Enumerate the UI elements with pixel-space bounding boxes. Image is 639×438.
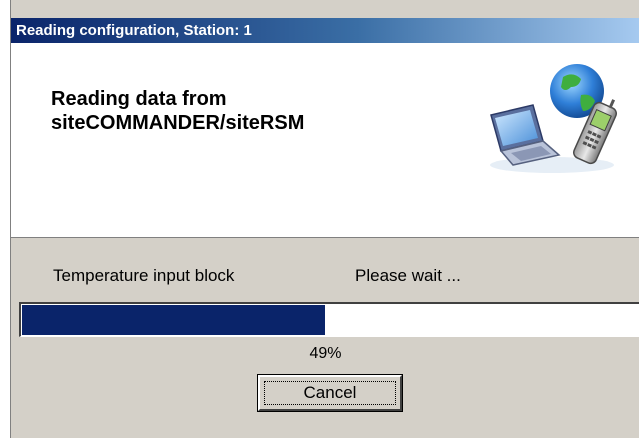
cancel-button[interactable]: Cancel [257,374,403,412]
dialog-title: Reading configuration, Station: 1 [16,22,252,39]
reading-configuration-dialog: Reading configuration, Station: 1 Readin… [10,0,639,438]
progress-bar-fill [22,305,325,335]
progress-bar [19,302,639,337]
progress-percent: 49% [309,345,342,362]
status-message: Please wait ... [355,266,461,285]
header-title-line-1: Reading data from [51,88,227,110]
current-block-label: Temperature input block [53,266,235,285]
header-panel: Reading data from siteCOMMANDER/siteRSM [11,43,639,238]
cancel-button-label: Cancel [264,381,396,405]
dialog-title-bar[interactable]: Reading configuration, Station: 1 [11,18,639,43]
header-title-line-2: siteCOMMANDER/siteRSM [51,112,305,134]
laptop-phone-globe-icon [490,64,617,173]
header-title: Reading data from siteCOMMANDER/siteRSM [51,87,411,135]
